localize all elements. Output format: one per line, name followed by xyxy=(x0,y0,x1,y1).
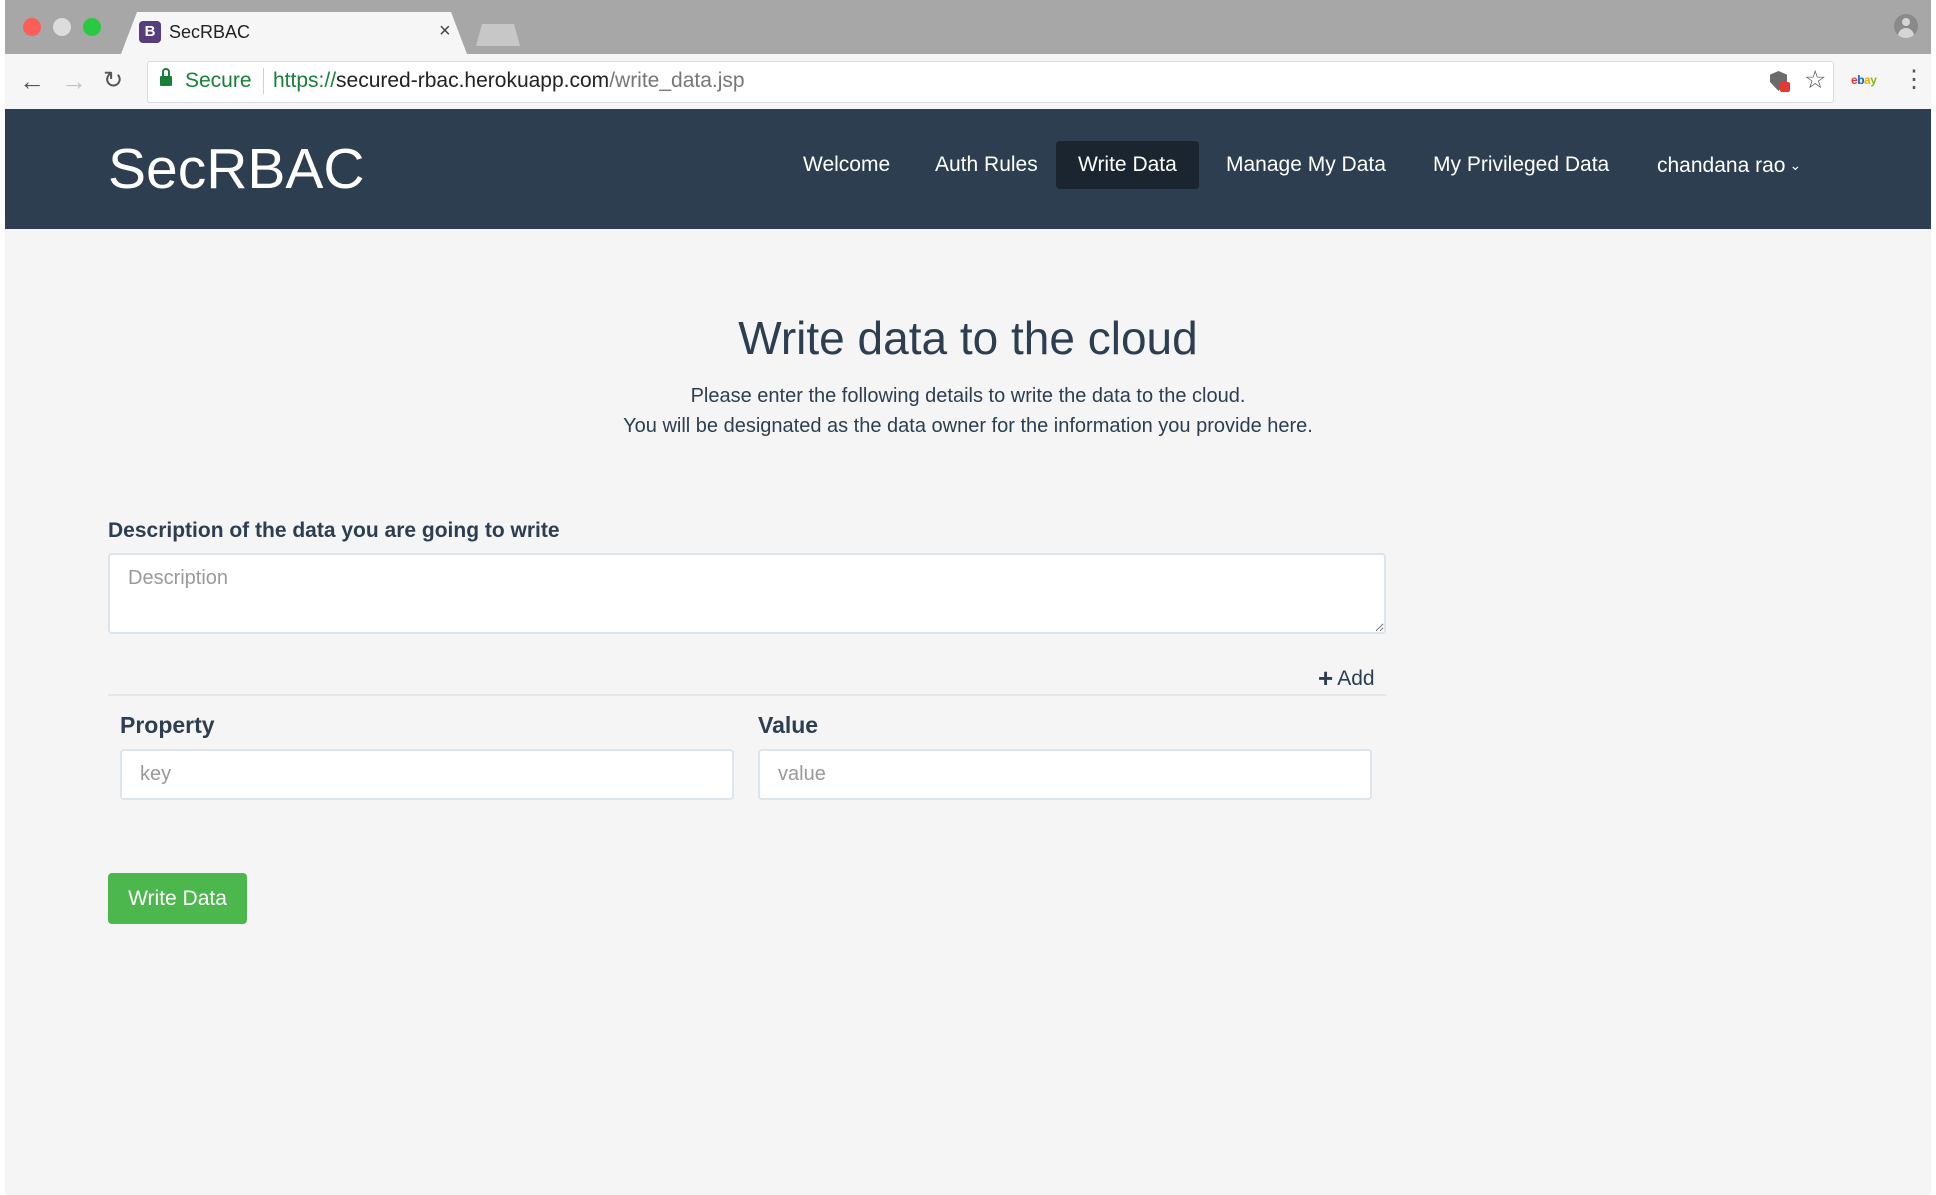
page-subtitle-line-1: Please enter the following details to wr… xyxy=(690,385,1246,407)
plus-icon: + xyxy=(1318,663,1334,693)
ebay-extension-icon[interactable]: ebay xyxy=(1851,73,1877,87)
ebay-letter-y: y xyxy=(1870,73,1877,87)
page-subtitle-line-2: You will be designated as the data owner… xyxy=(623,415,1313,437)
nav-item-auth-rules[interactable]: Auth Rules xyxy=(913,141,1060,189)
reload-icon[interactable]: ↻ xyxy=(103,64,123,98)
add-label: Add xyxy=(1337,667,1375,690)
ebay-letter-b: b xyxy=(1857,73,1865,87)
close-window-button[interactable] xyxy=(23,18,41,36)
nav-item-manage-my-data[interactable]: Manage My Data xyxy=(1204,141,1408,189)
lock-icon xyxy=(160,68,172,88)
url-text[interactable]: https://secured-rbac.herokuapp.com/write… xyxy=(273,69,745,93)
url-path: /write_data.jsp xyxy=(609,69,745,92)
back-icon[interactable]: ← xyxy=(19,64,45,98)
user-menu[interactable]: chandana rao ⌄ xyxy=(1635,141,1823,189)
add-property-button[interactable]: + Add xyxy=(1318,664,1375,693)
description-label: Description of the data you are going to… xyxy=(108,519,560,542)
tab-close-icon[interactable]: × xyxy=(439,19,451,43)
minimize-window-button[interactable] xyxy=(53,18,71,36)
url-host: secured-rbac.herokuapp.com xyxy=(336,69,610,92)
value-label: Value xyxy=(758,712,819,738)
url-separator xyxy=(263,68,264,94)
chevron-down-icon: ⌄ xyxy=(1789,157,1802,173)
nav-item-write-data[interactable]: Write Data xyxy=(1056,141,1199,189)
star-icon[interactable]: ☆ xyxy=(1804,65,1826,95)
page-title: Write data to the cloud xyxy=(738,312,1198,364)
secure-label: Secure xyxy=(185,69,252,92)
property-value-input[interactable] xyxy=(758,749,1372,800)
nav-item-my-privileged-data[interactable]: My Privileged Data xyxy=(1411,141,1631,189)
divider xyxy=(108,694,1386,696)
url-scheme: https:// xyxy=(273,69,337,92)
forward-icon[interactable]: → xyxy=(61,64,87,98)
brand-logo[interactable]: SecRBAC xyxy=(108,139,365,199)
bootstrap-favicon-icon: B xyxy=(139,21,161,43)
profile-icon[interactable] xyxy=(1894,14,1918,38)
menu-icon[interactable]: ⋮ xyxy=(1902,65,1926,95)
browser-window: B SecRBAC × ← → ↻ Secure https://secured… xyxy=(5,0,1931,1195)
tab-title: SecRBAC xyxy=(169,22,251,42)
new-tab-button[interactable] xyxy=(476,24,520,46)
user-menu-label: chandana rao xyxy=(1657,154,1786,177)
nav-item-welcome[interactable]: Welcome xyxy=(781,141,912,189)
write-data-button[interactable]: Write Data xyxy=(108,873,247,924)
shield-badge xyxy=(1780,82,1790,92)
maximize-window-button[interactable] xyxy=(83,18,101,36)
description-textarea[interactable] xyxy=(108,553,1386,634)
property-key-input[interactable] xyxy=(120,749,734,800)
property-label: Property xyxy=(120,712,215,738)
